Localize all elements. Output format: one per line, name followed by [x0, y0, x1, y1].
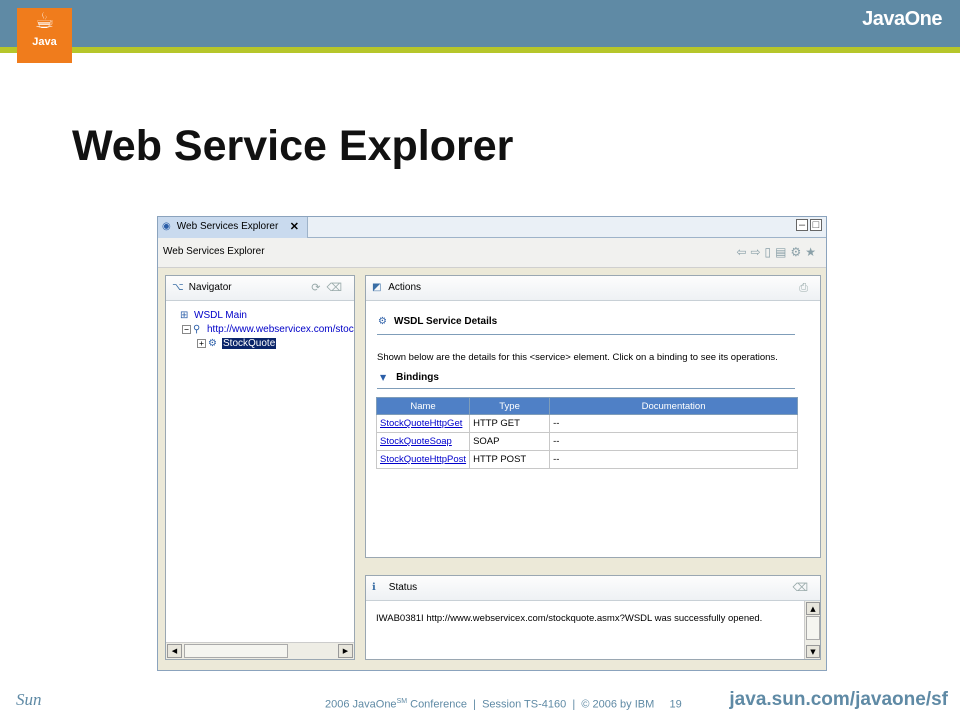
scroll-left-icon[interactable]: ◀ — [167, 644, 182, 658]
binding-name-cell: StockQuoteHttpGet — [375, 414, 471, 433]
service-details-icon: ⚙ — [378, 316, 387, 327]
back-arrow-icon[interactable]: ⇦ — [736, 245, 750, 259]
service-icon: ⚙ — [208, 338, 217, 349]
bindings-title-text: Bindings — [396, 372, 439, 383]
java-cup-icon: ☕ — [34, 9, 55, 34]
triangle-down-icon: ▼ — [380, 373, 387, 382]
wsdl-icon: ⚲ — [193, 324, 201, 335]
table-row: StockQuoteHttpGet HTTP GET -- — [375, 414, 798, 433]
status-message: IWAB0381I http://www.webservicex.com/sto… — [376, 613, 763, 624]
info-icon: ℹ — [372, 582, 376, 593]
footer-sm-mark: SM — [396, 698, 408, 705]
binding-doc-cell: -- — [549, 450, 798, 469]
status-title: Status — [388, 582, 418, 593]
bindings-section-toggle[interactable]: ▼ Bindings — [380, 372, 439, 383]
tree-node-label: WSDL Main — [194, 310, 247, 321]
navigator-tree: ⊞ WSDL Main − ⚲ http://www.webservicex.com/… — [166, 301, 354, 634]
bindings-table: Name Type Documentation StockQuoteHttpGe… — [375, 397, 798, 469]
java-logo-text: Java — [32, 36, 57, 48]
binding-name-cell: StockQuoteSoap — [375, 432, 471, 451]
maximize-icon[interactable]: □ — [810, 219, 822, 231]
footer-session: Conference | Session TS-4160 | © 2006 by… — [407, 698, 682, 711]
close-icon[interactable]: ✕ — [290, 217, 299, 237]
web-services-explorer-window: ◉ Web Services Explorer ✕ – □ Web Service… — [157, 216, 827, 671]
footer-conference: 2006 JavaOne — [325, 698, 397, 711]
binding-link[interactable]: StockQuoteHttpGet — [380, 418, 462, 429]
navigator-title: Navigator — [188, 282, 232, 293]
clear-icon[interactable]: ⌫ — [792, 581, 814, 594]
scroll-up-icon[interactable]: ▲ — [806, 602, 820, 615]
column-header-name: Name — [375, 397, 471, 415]
hierarchy-icon: ⊞ — [180, 310, 189, 321]
globe-icon: ◉ — [162, 221, 171, 232]
navigator-pane: ⌥ Navigator ⟳⌫ ⊞ WSDL Main − ⚲ http://www.w… — [165, 275, 355, 660]
tab-label: Web Services Explorer — [176, 221, 279, 232]
navigator-icon: ⌥ — [172, 282, 184, 293]
actions-icon: ◩ — [372, 282, 382, 293]
slide-header-bar — [0, 0, 960, 47]
page-icon[interactable]: ▯ — [765, 245, 776, 259]
binding-link[interactable]: StockQuoteSoap — [380, 436, 452, 447]
clear-icon[interactable]: ⌫ — [326, 281, 348, 294]
javaone-logo: JavaOne — [862, 8, 942, 30]
binding-type-cell: HTTP GET — [469, 414, 551, 433]
java-logo: ☕ Java — [17, 8, 72, 63]
column-header-documentation: Documentation — [549, 397, 798, 415]
minimize-icon[interactable]: – — [796, 219, 808, 231]
table-header-row: Name Type Documentation — [375, 397, 798, 415]
scrollbar-thumb[interactable] — [184, 644, 288, 658]
binding-type-cell: HTTP POST — [469, 450, 551, 469]
table-row: StockQuoteHttpPost HTTP POST -- — [375, 450, 798, 469]
navigator-header: ⌥ Navigator ⟳⌫ — [166, 276, 354, 301]
page-search-icon[interactable]: ▤ — [775, 245, 790, 259]
uddi-icon[interactable]: ⚙ — [790, 245, 805, 259]
explorer-subbar: Web Services Explorer ⇦⇨▯▤⚙★ — [158, 238, 826, 268]
binding-type-cell: SOAP — [469, 432, 551, 451]
binding-doc-cell: -- — [549, 432, 798, 451]
explorer-toolbar: ⇦⇨▯▤⚙★ — [736, 245, 820, 259]
column-header-type: Type — [469, 397, 551, 415]
table-row: StockQuoteSoap SOAP -- — [375, 432, 798, 451]
status-header: ℹ Status ⌫ — [366, 576, 820, 601]
navigator-horizontal-scrollbar[interactable]: ◀ ▶ — [166, 642, 354, 659]
collapse-icon[interactable]: − — [182, 324, 191, 334]
refresh-icon[interactable]: ⟳ — [311, 281, 326, 294]
actions-pane: ◩ Actions ⎙ ⚙ WSDL Service Details Shown … — [365, 275, 821, 558]
footer-text: 2006 JavaOneSM Conference | Session TS-4… — [325, 698, 682, 711]
page-title: Web Service Explorer — [72, 122, 514, 170]
print-icon[interactable]: ⎙ — [799, 281, 814, 294]
bindings-divider — [377, 388, 795, 389]
explorer-title: Web Services Explorer — [163, 246, 265, 257]
footer-url: java.sun.com/javaone/sf — [729, 689, 948, 710]
service-description: Shown below are the details for this <se… — [377, 352, 778, 363]
binding-doc-cell: -- — [549, 414, 798, 433]
expand-icon[interactable]: + — [197, 338, 206, 348]
window-controls: – □ — [794, 219, 822, 231]
forward-arrow-icon[interactable]: ⇨ — [750, 245, 764, 259]
tree-node-wsdl-url[interactable]: −⚲ http://www.webservicex.com/stockquote.… — [182, 324, 354, 335]
scroll-right-icon[interactable]: ▶ — [338, 644, 353, 658]
binding-name-cell: StockQuoteHttpPost — [375, 450, 471, 469]
tab-web-services-explorer[interactable]: ◉ Web Services Explorer ✕ — [158, 217, 308, 238]
scroll-down-icon[interactable]: ▼ — [806, 645, 820, 658]
status-pane: ℹ Status ⌫ IWAB0381I http://www.webservi… — [365, 575, 821, 660]
tree-node-label: http://www.webservicex.com/stockquote.as… — [207, 324, 354, 335]
scrollbar-thumb[interactable] — [806, 616, 820, 640]
binding-link[interactable]: StockQuoteHttpPost — [380, 454, 466, 465]
slide-header-accent-line — [0, 47, 960, 53]
view-tabbar: ◉ Web Services Explorer ✕ – □ — [158, 217, 826, 238]
section-title-text: WSDL Service Details — [394, 316, 498, 327]
status-vertical-scrollbar[interactable]: ▲ ▼ — [804, 601, 820, 659]
section-divider — [377, 334, 795, 335]
tree-node-wsdl-main[interactable]: ⊞ WSDL Main — [180, 310, 247, 321]
actions-title: Actions — [388, 282, 422, 293]
section-title: ⚙ WSDL Service Details — [378, 316, 497, 327]
actions-header: ◩ Actions ⎙ — [366, 276, 820, 301]
tree-node-stockquote[interactable]: + ⚙ StockQuote — [197, 338, 277, 349]
tree-node-label: StockQuote — [222, 338, 277, 349]
favorite-star-icon[interactable]: ★ — [805, 245, 820, 259]
sun-logo: Sun — [16, 690, 42, 709]
